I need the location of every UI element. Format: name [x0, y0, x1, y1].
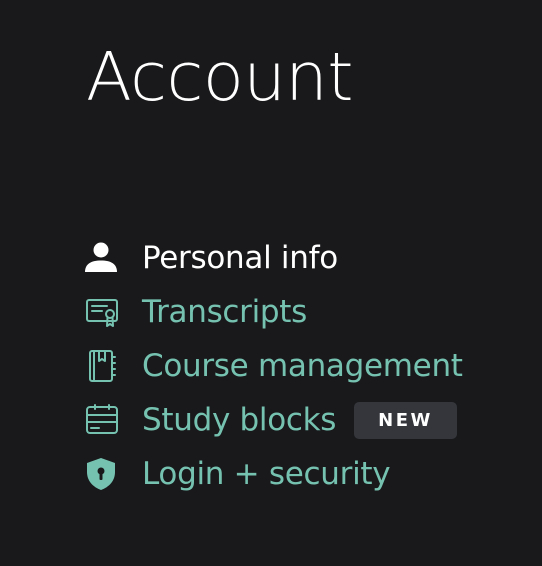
page-title: Account: [86, 38, 354, 116]
nav-item-login-security[interactable]: Login + security: [84, 447, 463, 501]
certificate-icon: [84, 294, 120, 330]
nav-item-transcripts[interactable]: Transcripts: [84, 285, 463, 339]
nav-item-label: Personal info: [142, 240, 338, 276]
shield-lock-icon: [84, 456, 120, 492]
account-nav: Personal info Transcripts Course managem…: [84, 231, 463, 501]
new-badge: NEW: [354, 401, 457, 439]
nav-item-label: Login + security: [142, 456, 391, 492]
person-icon: [84, 240, 120, 276]
nav-item-study-blocks[interactable]: Study blocks NEW: [84, 393, 463, 447]
notebook-icon: [84, 348, 120, 384]
nav-item-label: Transcripts: [142, 294, 308, 330]
card-icon: [84, 402, 120, 438]
nav-item-label: Course management: [142, 348, 463, 384]
nav-item-personal-info[interactable]: Personal info: [84, 231, 463, 285]
nav-item-label: Study blocks: [142, 402, 337, 438]
nav-item-course-management[interactable]: Course management: [84, 339, 463, 393]
